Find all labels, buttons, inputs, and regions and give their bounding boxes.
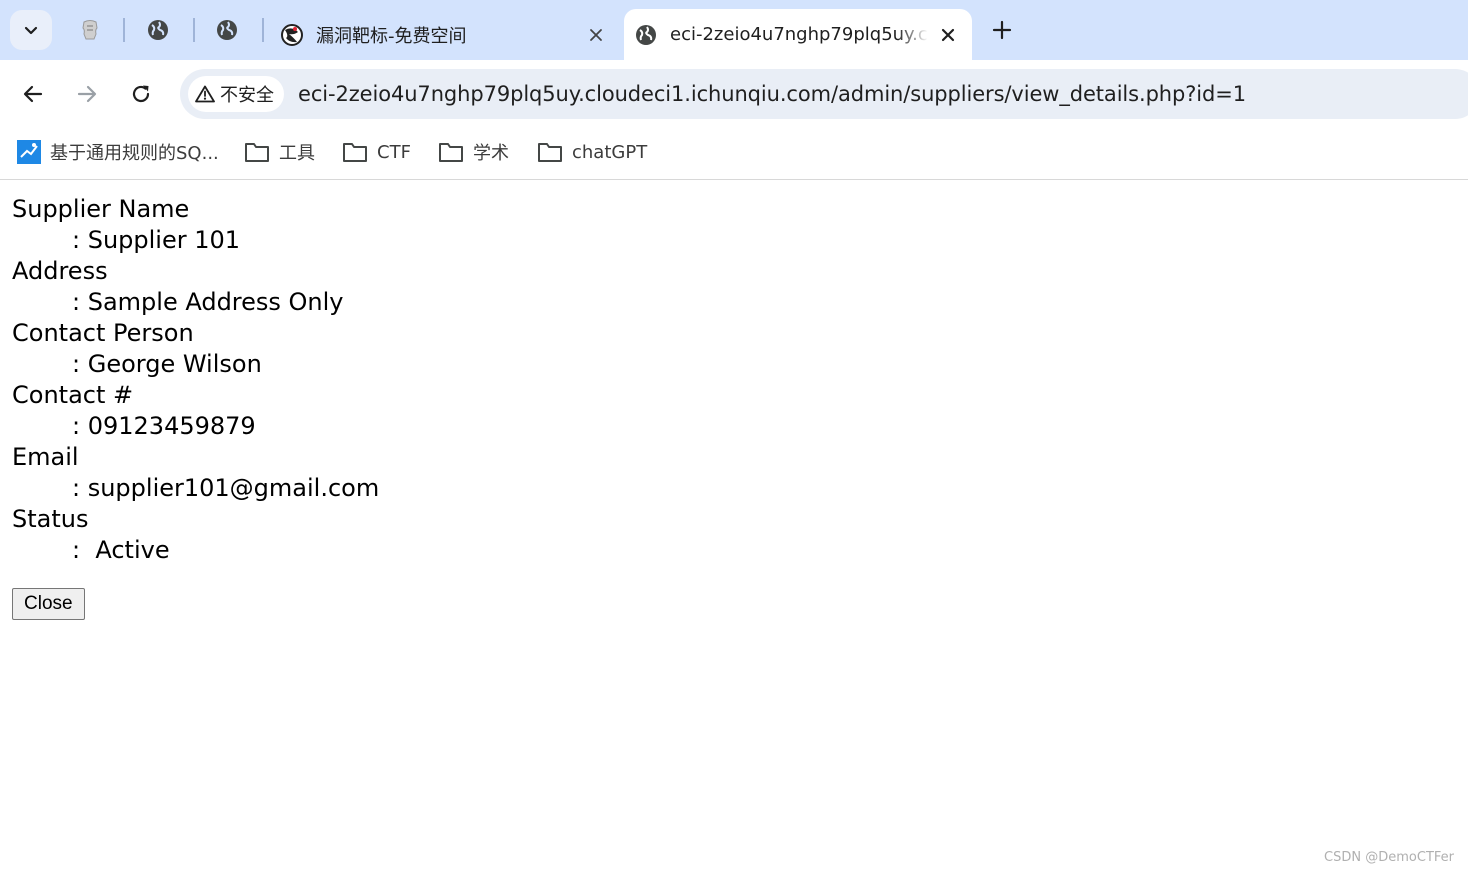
tab-search-button[interactable] [10, 10, 52, 50]
bookmark-label: CTF [377, 141, 411, 163]
bookmark-sql[interactable]: 基于通用规则的SQ... [16, 138, 219, 166]
address-bar[interactable]: 不安全 eci-2zeio4u7nghp79plq5uy.cloudeci1.i… [180, 69, 1468, 119]
detail-value-address: : Sample Address Only [72, 288, 344, 316]
page-content: Supplier Name : Supplier 101 Address : S… [12, 194, 1452, 620]
folder-icon [537, 140, 563, 164]
security-chip[interactable]: 不安全 [188, 76, 284, 112]
bookmark-folder-tools[interactable]: 工具 [244, 138, 315, 166]
new-tab-button[interactable] [986, 14, 1018, 46]
detail-label-contact-person: Contact Person [12, 319, 194, 347]
security-label: 不安全 [220, 85, 274, 106]
folder-icon [438, 140, 464, 164]
globe-icon [217, 20, 237, 40]
tab-separator [193, 18, 195, 42]
detail-label-address: Address [12, 257, 108, 285]
supplier-details: Supplier Name : Supplier 101 Address : S… [12, 194, 1452, 566]
plus-icon [992, 20, 1012, 40]
pinned-tab-globe-1[interactable] [140, 12, 176, 48]
bookmark-label: 基于通用规则的SQ... [50, 143, 219, 164]
folder-icon [244, 140, 270, 164]
reload-icon [132, 85, 150, 103]
bookmarks-bar: 基于通用规则的SQ... 工具 CTF 学术 chatGPT [0, 128, 1468, 180]
tab-title: 漏洞靶标-免费空间 [316, 25, 467, 47]
detail-value-supplier-name: : Supplier 101 [72, 226, 241, 254]
arrow-right-icon [77, 85, 97, 103]
folder-icon [342, 140, 368, 164]
browser-toolbar: 不安全 eci-2zeio4u7nghp79plq5uy.cloudeci1.i… [0, 60, 1468, 128]
tab-separator [262, 18, 264, 42]
detail-value-email: : supplier101@gmail.com [72, 474, 380, 502]
tab-separator [123, 18, 125, 42]
detail-value-contact-number: : 09123459879 [72, 412, 256, 440]
bookmark-folder-ctf[interactable]: CTF [342, 138, 411, 166]
reload-button[interactable] [125, 78, 157, 110]
detail-label-contact-number: Contact # [12, 381, 134, 409]
tab-vuln-target[interactable]: 漏洞靶标-免费空间 [270, 9, 620, 60]
watermark: CSDN @DemoCTFer [1324, 850, 1454, 865]
warning-icon [194, 83, 216, 105]
detail-value-contact-person: : George Wilson [72, 350, 262, 378]
pinned-tab-extension[interactable] [72, 12, 108, 48]
bookmark-folder-academic[interactable]: 学术 [438, 138, 509, 166]
back-button[interactable] [17, 78, 49, 110]
bookmark-label: 工具 [279, 143, 315, 164]
url-text[interactable]: eci-2zeio4u7nghp79plq5uy.cloudeci1.ichun… [298, 82, 1246, 106]
globe-icon [148, 20, 168, 40]
bookmark-label: 学术 [473, 143, 509, 164]
arrow-left-icon [23, 85, 43, 103]
close-button[interactable]: Close [12, 588, 85, 620]
tab-active-page[interactable]: eci-2zeio4u7nghp79plq5uy.c [624, 9, 972, 60]
forward-button[interactable] [71, 78, 103, 110]
detail-value-status: : Active [72, 536, 170, 564]
close-tab-icon[interactable] [584, 23, 608, 47]
detail-label-email: Email [12, 443, 79, 471]
tab-title: eci-2zeio4u7nghp79plq5uy.c [670, 24, 928, 45]
bookmark-label: chatGPT [572, 141, 648, 163]
detail-label-status: Status [12, 505, 89, 533]
close-tab-icon[interactable] [936, 23, 960, 47]
site-favicon-icon [16, 140, 42, 164]
pinned-tab-globe-2[interactable] [209, 12, 245, 48]
target-logo-icon [280, 23, 304, 47]
detail-label-supplier-name: Supplier Name [12, 195, 190, 223]
chevron-down-icon [24, 26, 38, 35]
globe-icon [634, 23, 658, 47]
extension-icon [82, 20, 98, 40]
tab-strip: 漏洞靶标-免费空间 eci-2zeio4u7nghp79plq5uy.c [0, 0, 1468, 60]
bookmark-folder-chatgpt[interactable]: chatGPT [537, 138, 647, 166]
